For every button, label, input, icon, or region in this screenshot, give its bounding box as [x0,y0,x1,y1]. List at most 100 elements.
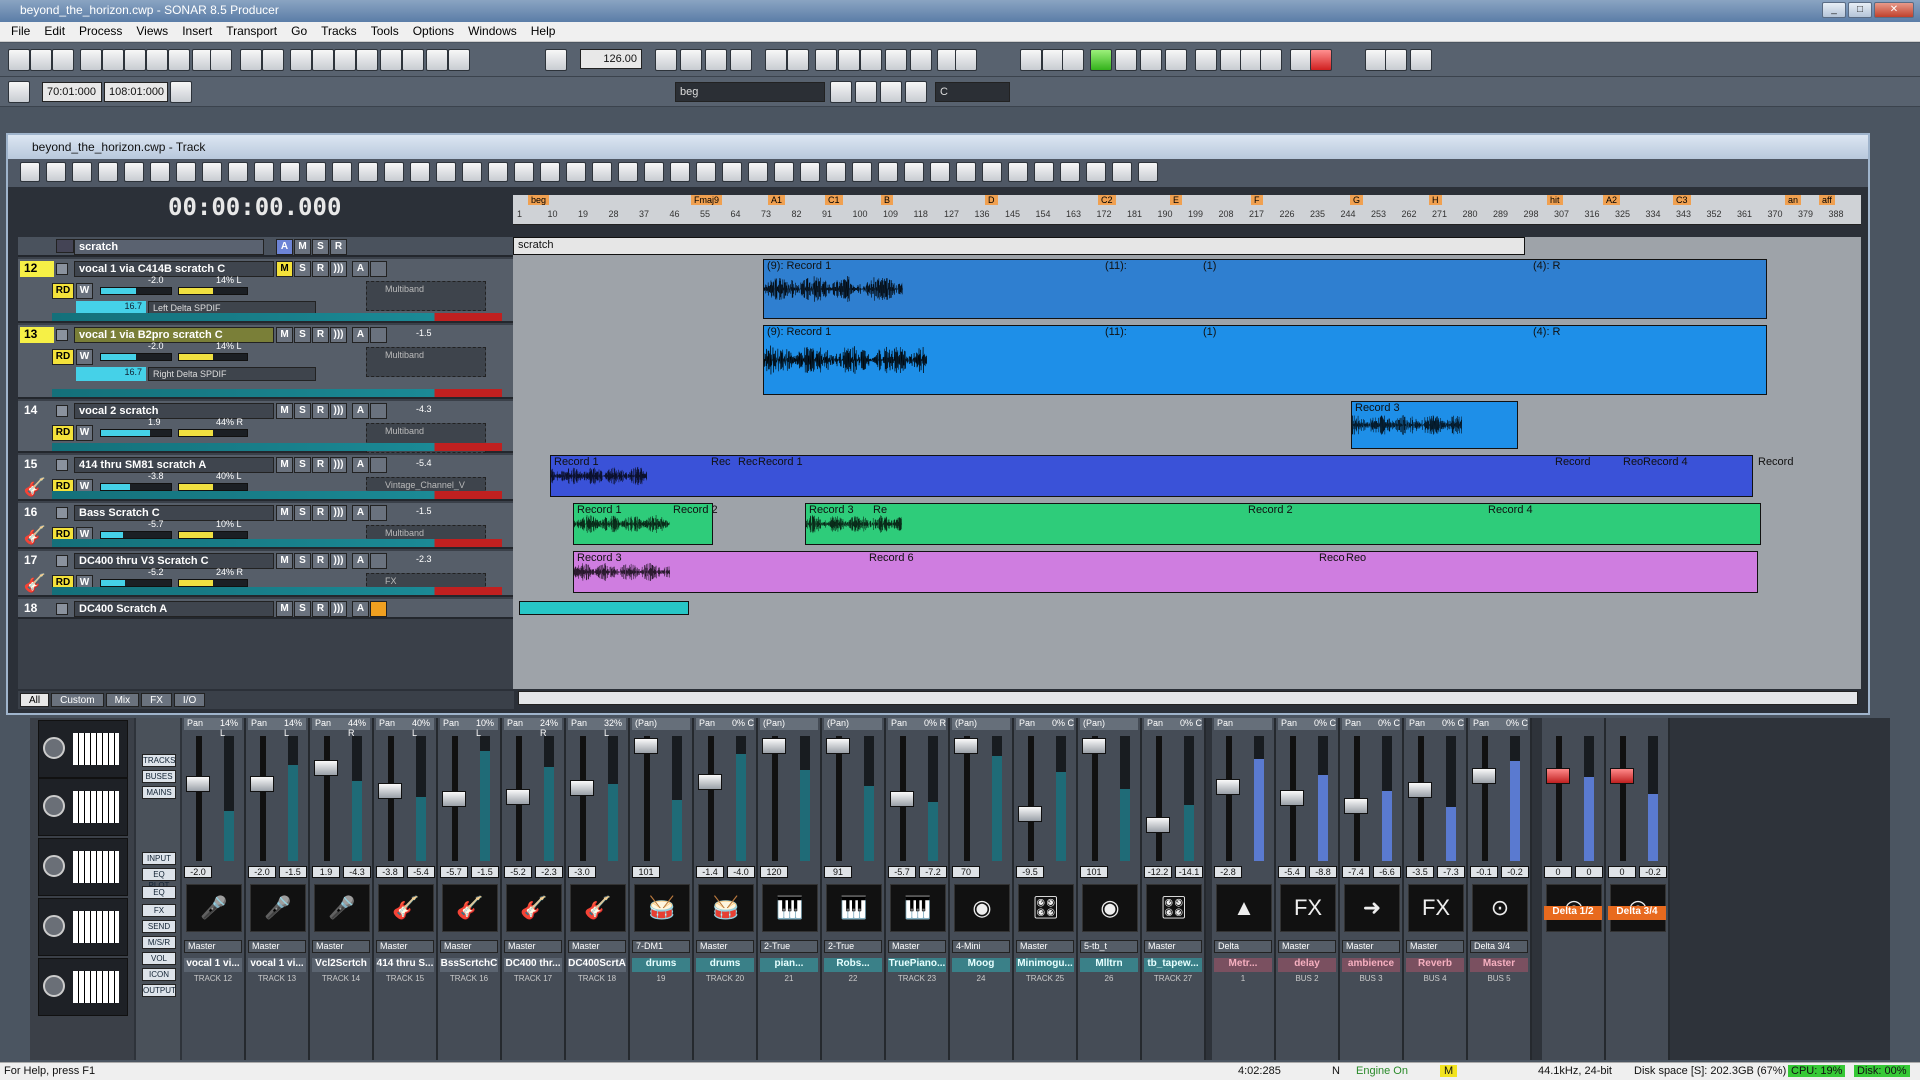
ruler-marker[interactable]: hit [1547,195,1563,205]
track-toolbar-button[interactable] [254,162,274,182]
synth-rack-item[interactable] [38,778,128,836]
output-dropdown[interactable]: 5-tb_t [1080,940,1138,953]
console-nav-msr[interactable]: M/S/R [142,936,176,949]
strip-name[interactable]: Master [1470,958,1528,972]
toolbar-button[interactable] [52,49,74,71]
track-record-button[interactable]: R [312,403,329,419]
menu-go[interactable]: Go [284,22,314,41]
channel-strip[interactable]: (Pan) 101 🥁 7-DM1 drums 19 [630,718,694,1060]
track-toolbar-button[interactable] [982,162,1002,182]
menu-edit[interactable]: Edit [37,22,72,41]
pan-slider[interactable] [178,531,248,539]
fader-knob[interactable] [1344,797,1368,814]
strip-name[interactable]: ambience [1342,958,1400,972]
track-toolbar-button[interactable] [280,162,300,182]
ruler-marker[interactable]: beg [528,195,550,205]
folder-record-button[interactable]: R [330,239,347,255]
track-header[interactable]: 13 vocal 1 via B2pro scratch C M S R))) A -1.5… [18,325,514,399]
track-toolbar-button[interactable] [566,162,586,182]
console-nav-input[interactable]: INPUT [142,852,176,865]
fader-knob[interactable] [1280,789,1304,806]
strip-name[interactable]: BssScrtchC [440,958,498,972]
track-expand-icon[interactable] [56,459,68,471]
toolbar-button[interactable] [765,49,787,71]
toolbar-button[interactable] [380,49,402,71]
timeline-ruler[interactable]: 1 10 19 28 37 46 55 64 73 82 91 100 109 118 127 136 145 1… [513,195,1861,225]
toolbar-button[interactable] [334,49,356,71]
fader-knob[interactable] [954,738,978,754]
key-dropdown[interactable]: C [935,82,1010,102]
track-record-button[interactable]: R [312,261,329,277]
volume-slider[interactable] [100,483,172,491]
fader-knob[interactable] [186,776,210,792]
toolbar-button[interactable] [1310,49,1332,71]
toolbar-button[interactable] [1195,49,1217,71]
clips-pane[interactable]: scratch (9): Record 1 (11): (1) (4): R (9): … [513,237,1861,689]
pan-control[interactable]: Pan [1214,718,1272,730]
write-automation-button[interactable]: W [76,425,93,441]
track-record-button[interactable]: R [312,457,329,473]
track-freeze-button[interactable] [370,403,387,419]
fader-knob[interactable] [442,790,466,807]
track-header[interactable]: 17 DC400 thru V3 Scratch C M S R))) A -2.3 RD W -… [18,551,514,597]
track-solo-button[interactable]: S [294,327,311,343]
power-icon[interactable] [43,737,65,759]
channel-strip[interactable]: (Pan) 120 🎹 2-True pian... 21 [758,718,822,1060]
pan-slider[interactable] [178,579,248,587]
track-toolbar-button[interactable] [436,162,456,182]
toolbar-button[interactable] [1240,49,1262,71]
track-expand-icon[interactable] [56,329,68,341]
fader-knob[interactable] [1018,806,1042,822]
track-toolbar-button[interactable] [1086,162,1106,182]
fader-knob[interactable] [1216,779,1240,796]
menu-views[interactable]: Views [129,22,175,41]
audio-clip[interactable] [763,259,1767,319]
fader-knob[interactable] [570,780,594,796]
pan-control[interactable]: (Pan) [632,718,690,730]
ruler-marker[interactable]: C2 [1098,195,1116,205]
output-dropdown[interactable]: Master [1016,940,1074,953]
track-toolbar-button[interactable] [800,162,820,182]
power-icon[interactable] [43,855,65,877]
fader-knob[interactable] [826,738,850,754]
toolbar-button[interactable] [124,49,146,71]
track-automation-button[interactable]: A [352,457,369,473]
synth-rack-item[interactable] [38,898,128,956]
track-solo-button[interactable]: S [294,505,311,521]
console-nav-mains[interactable]: MAINS [142,786,176,799]
close-button[interactable]: ✕ [1874,2,1914,18]
fader-knob[interactable] [506,788,530,805]
channel-strip[interactable]: Pan 0% C -0.1 -0.2 ⊙ Delta 3/4 Master BUS 5 [1468,718,1532,1060]
toolbar-button[interactable] [168,49,190,71]
channel-strip[interactable]: (Pan) 101 ◉ 5-tb_t Mlltrn 26 [1078,718,1142,1060]
track-toolbar-button[interactable] [1034,162,1054,182]
toolbar-button[interactable] [855,81,877,103]
track-toolbar-button[interactable] [72,162,92,182]
menu-tools[interactable]: Tools [364,22,406,41]
menu-transport[interactable]: Transport [219,22,284,41]
tab-fx[interactable]: FX [141,693,172,707]
track-expand-icon[interactable] [56,555,68,567]
pan-control[interactable]: (Pan) [760,718,818,730]
track-input-echo-button[interactable]: ))) [330,553,347,569]
synth-rack-item[interactable] [38,838,128,896]
track-header[interactable]: 14 vocal 2 scratch M S R))) A -4.3 RD W 1.9 44% R M… [18,401,514,453]
track-solo-button[interactable]: S [294,601,311,617]
strip-name[interactable]: Mlltrn [1080,958,1138,972]
track-toolbar-button[interactable] [1112,162,1132,182]
track-freeze-button[interactable] [370,505,387,521]
fader-knob[interactable] [634,738,658,754]
track-expand-icon[interactable] [56,603,68,615]
toolbar-button[interactable] [1260,49,1282,71]
track-automation-button[interactable]: A [352,553,369,569]
track-input-echo-button[interactable]: ))) [330,505,347,521]
read-automation-button[interactable]: RD [52,349,74,365]
menu-tracks[interactable]: Tracks [314,22,364,41]
toolbar-button[interactable] [1290,49,1312,71]
folder-solo-button[interactable]: S [312,239,329,255]
toolbar-button[interactable] [1165,49,1187,71]
strip-name[interactable]: Reverb [1406,958,1464,972]
toolbar-button[interactable] [787,49,809,71]
loop-end-field[interactable]: 108:01:000 [104,82,168,102]
strip-name[interactable]: Moog [952,958,1010,972]
